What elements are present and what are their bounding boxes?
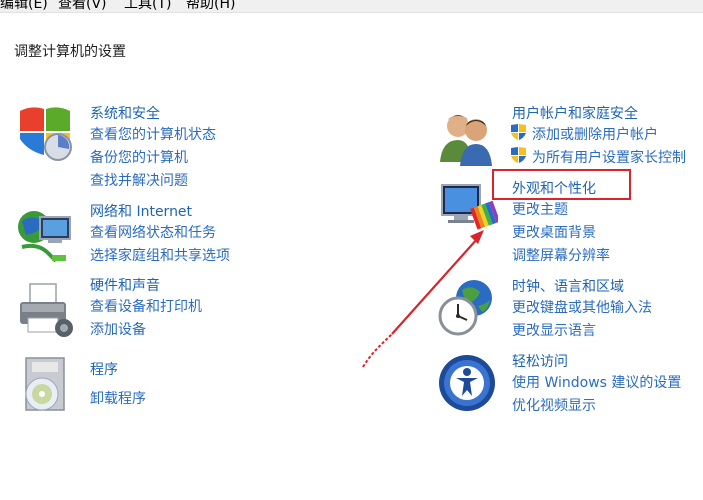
link-view-computer-status[interactable]: 查看您的计算机状态 (90, 124, 216, 144)
page-title: 调整计算机的设置 (14, 44, 126, 60)
uac-shield-icon (511, 147, 526, 163)
monitor-palette-icon[interactable] (436, 181, 498, 243)
link-network-status[interactable]: 查看网络状态和任务 (90, 222, 216, 242)
clock-globe-icon[interactable] (436, 276, 498, 338)
link-change-desktop-background[interactable]: 更改桌面背景 (512, 222, 596, 242)
menu-bar: 编辑(E) 查看(V) 工具(T) 帮助(H) (0, 0, 703, 13)
menu-help[interactable]: 帮助(H) (186, 0, 235, 13)
menu-edit[interactable]: 编辑(E) (0, 0, 48, 13)
menu-view[interactable]: 查看(V) (58, 0, 107, 13)
link-devices-printers[interactable]: 查看设备和打印机 (90, 296, 202, 316)
menu-tools[interactable]: 工具(T) (124, 0, 171, 13)
category-network-internet[interactable]: 网络和 Internet (90, 201, 192, 221)
link-homegroup-sharing[interactable]: 选择家庭组和共享选项 (90, 245, 230, 265)
link-change-input-method[interactable]: 更改键盘或其他输入法 (512, 297, 652, 317)
category-ease-of-access[interactable]: 轻松访问 (512, 351, 568, 371)
category-programs[interactable]: 程序 (90, 359, 118, 379)
uac-shield-icon (511, 124, 526, 140)
link-optimize-visual-display[interactable]: 优化视频显示 (512, 395, 596, 415)
category-clock-language-region[interactable]: 时钟、语言和区域 (512, 276, 624, 296)
link-troubleshoot[interactable]: 查找并解决问题 (90, 170, 188, 190)
users-icon[interactable] (436, 108, 498, 170)
link-backup-computer[interactable]: 备份您的计算机 (90, 147, 188, 167)
category-appearance-personalization[interactable]: 外观和个性化 (512, 178, 596, 198)
link-uninstall-program[interactable]: 卸载程序 (90, 388, 146, 408)
link-change-theme[interactable]: 更改主题 (512, 199, 568, 219)
link-add-device[interactable]: 添加设备 (90, 319, 146, 339)
printer-icon[interactable] (14, 280, 76, 342)
link-parental-controls[interactable]: 为所有用户设置家长控制 (532, 147, 686, 167)
category-hardware-sound[interactable]: 硬件和声音 (90, 275, 160, 295)
link-recommended-settings[interactable]: 使用 Windows 建议的设置 (512, 372, 681, 392)
shield-icon[interactable] (14, 103, 76, 165)
network-globe-icon[interactable] (14, 203, 76, 265)
link-adjust-resolution[interactable]: 调整屏幕分辨率 (512, 245, 610, 265)
ease-of-access-icon[interactable] (436, 352, 498, 414)
link-add-remove-accounts[interactable]: 添加或删除用户帐户 (532, 124, 658, 144)
category-user-accounts[interactable]: 用户帐户和家庭安全 (512, 103, 638, 123)
link-change-display-language[interactable]: 更改显示语言 (512, 320, 596, 340)
category-system-security[interactable]: 系统和安全 (90, 103, 160, 123)
programs-disc-icon[interactable] (14, 354, 76, 416)
